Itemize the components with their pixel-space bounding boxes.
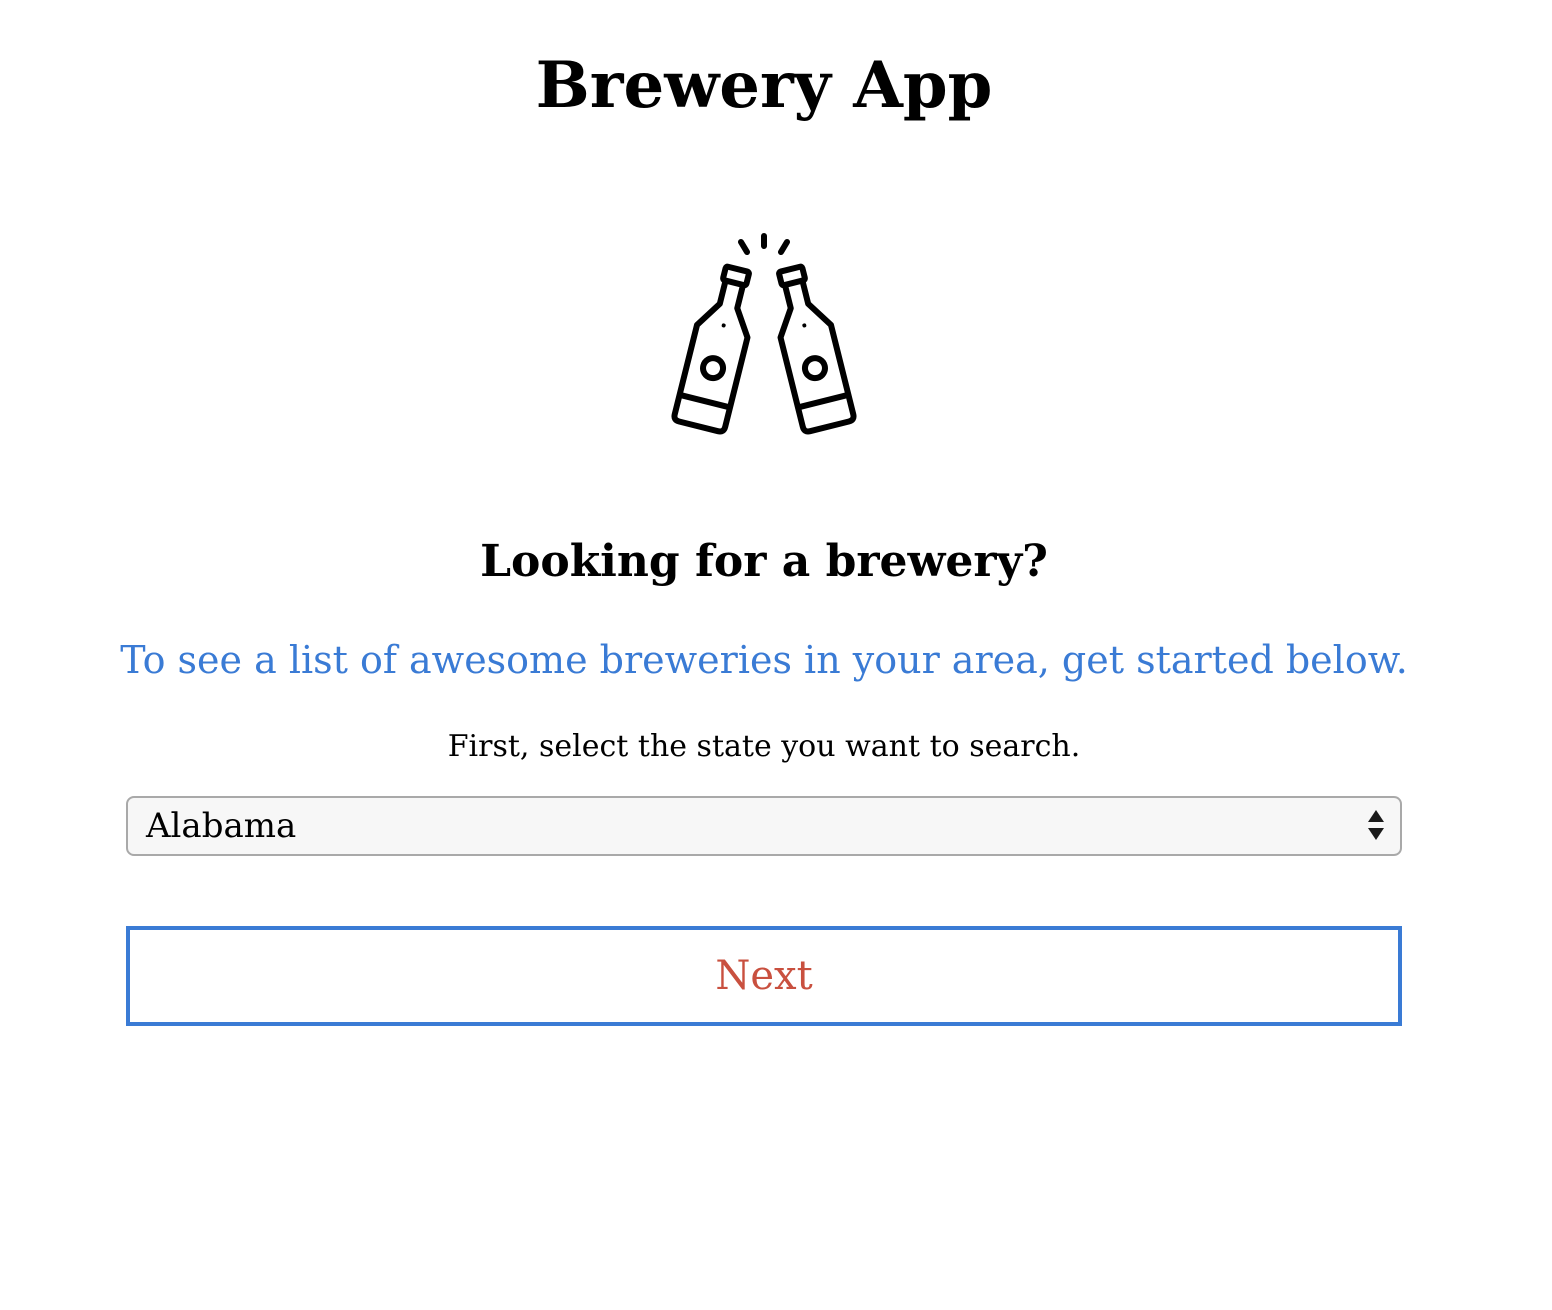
beer-bottles-cheers-icon — [664, 226, 864, 436]
search-heading: Looking for a brewery? — [480, 536, 1048, 587]
tagline: To see a list of awesome breweries in yo… — [120, 638, 1408, 682]
arrow-up-icon — [1368, 810, 1384, 822]
state-select-value: Alabama — [146, 806, 297, 846]
state-select[interactable]: Alabama — [126, 796, 1402, 856]
state-instruction: First, select the state you want to sear… — [447, 729, 1081, 764]
arrow-down-icon — [1368, 828, 1384, 840]
app-title: Brewery App — [535, 48, 993, 123]
next-button[interactable]: Next — [126, 926, 1402, 1026]
select-arrows-icon — [1368, 810, 1384, 842]
